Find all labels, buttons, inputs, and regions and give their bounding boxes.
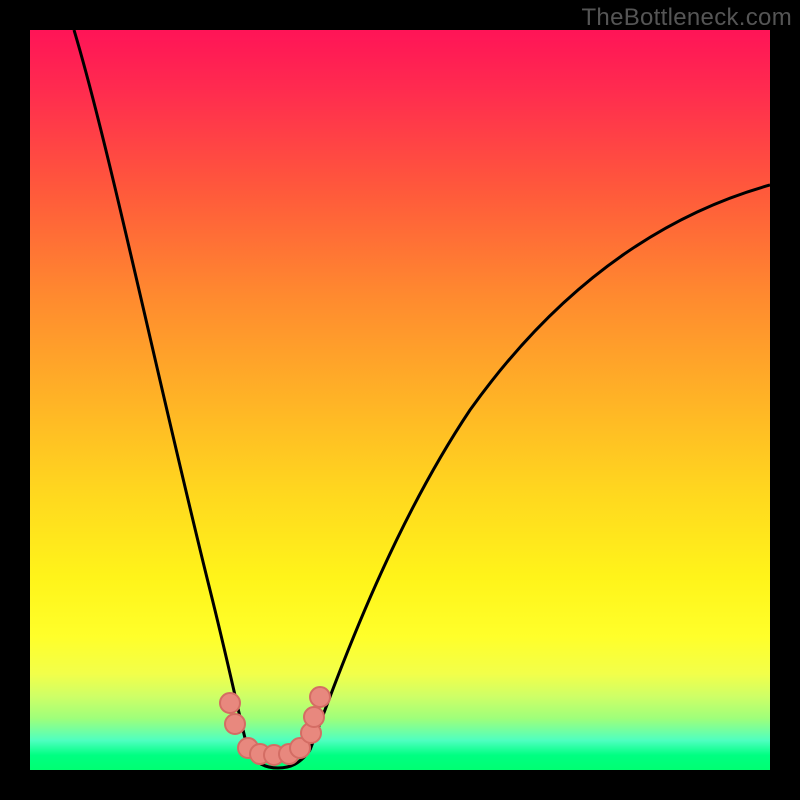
marker-dot — [225, 714, 245, 734]
marker-dot — [304, 707, 324, 727]
curve-right-branch — [310, 185, 770, 750]
marker-dot — [310, 687, 330, 707]
curve-left-branch — [74, 30, 248, 750]
curve-layer — [30, 30, 770, 770]
marker-group — [220, 687, 330, 765]
bottleneck-curve — [74, 30, 770, 768]
chart-frame: TheBottleneck.com — [0, 0, 800, 800]
watermark-text: TheBottleneck.com — [581, 4, 792, 32]
plot-area — [30, 30, 770, 770]
marker-dot — [220, 693, 240, 713]
